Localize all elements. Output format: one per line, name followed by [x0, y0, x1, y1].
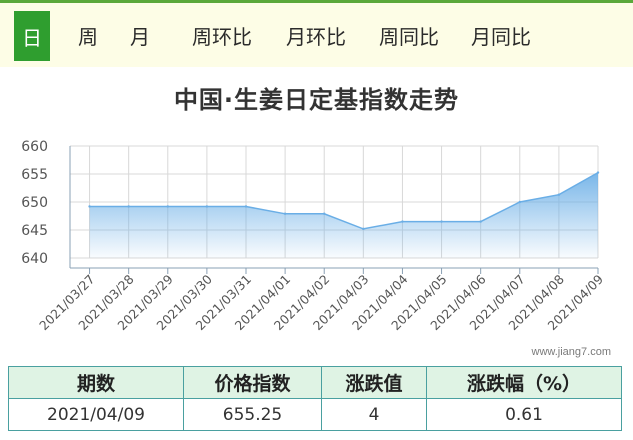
y-tick-label: 655 [21, 167, 48, 183]
header-price-index: 价格指数 [183, 366, 322, 399]
table-row: 2021/04/09 655.25 4 0.61 [8, 398, 622, 431]
watermark: www.jiang7.com [531, 346, 611, 358]
cell-change-value: 4 [321, 398, 427, 431]
y-tick-label: 650 [21, 195, 48, 211]
data-point [283, 212, 287, 215]
y-tick-label: 660 [21, 139, 48, 155]
index-trend-chart: 640 645 650 655 660 2021/03/272021/03/282021… [21, 139, 606, 333]
header-change-percent: 涨跌幅（%） [426, 366, 622, 399]
cell-change-percent: 0.61 [426, 398, 622, 431]
data-point [479, 220, 482, 223]
table-header-row: 期数 价格指数 涨跌值 涨跌幅（%） [8, 366, 622, 399]
data-point [401, 220, 404, 223]
x-tick-labels: 2021/03/272021/03/282021/03/292021/03/30… [36, 271, 606, 333]
y-tick-label: 645 [21, 223, 48, 239]
cell-price-index: 655.25 [183, 398, 322, 431]
data-point [244, 205, 248, 208]
data-point [440, 220, 443, 223]
header-change-value: 涨跌值 [321, 366, 427, 399]
data-point [127, 205, 130, 208]
chart-area-layer [88, 171, 600, 258]
header-period: 期数 [8, 366, 184, 399]
data-point [166, 205, 169, 208]
y-tick-label: 640 [21, 251, 48, 267]
data-point [323, 212, 326, 215]
data-point [88, 205, 91, 208]
cell-period: 2021/04/09 [8, 398, 184, 431]
data-point [205, 205, 209, 208]
data-point [362, 227, 365, 231]
latest-index-table: 期数 价格指数 涨跌值 涨跌幅（%） 2021/04/09 655.25 4 0… [8, 366, 622, 431]
series-area [89, 172, 598, 258]
data-point [557, 193, 561, 196]
y-tick-labels: 640 645 650 655 660 [21, 139, 48, 267]
data-point [596, 171, 600, 174]
data-point [518, 200, 521, 204]
